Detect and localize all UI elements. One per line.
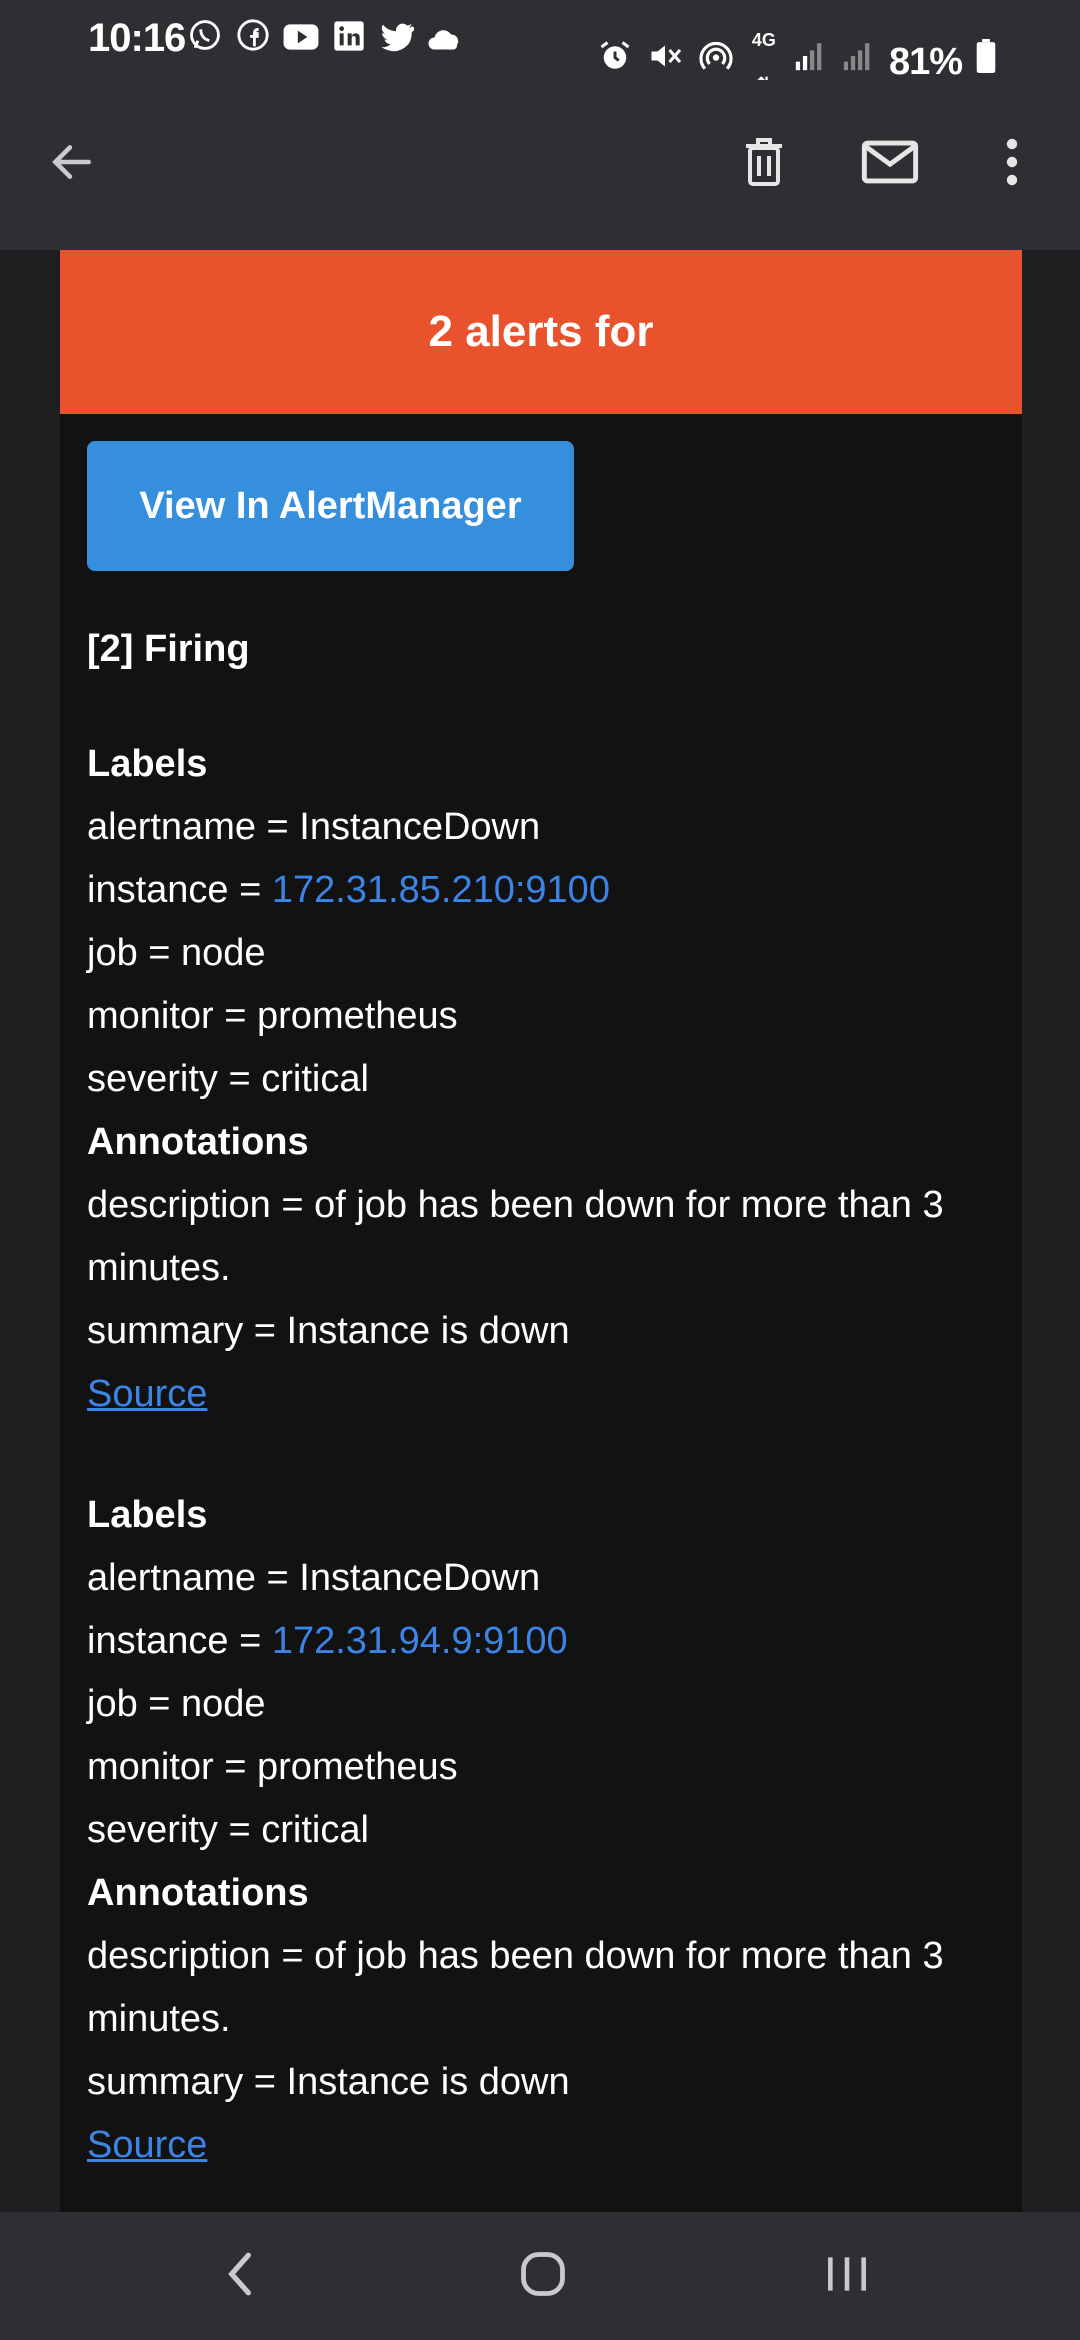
network-type-label: 4G (751, 30, 776, 50)
labels-heading: Labels (87, 743, 208, 785)
firing-count: [2] Firing (87, 628, 250, 670)
more-options-button[interactable] (972, 124, 1052, 204)
whatsapp-icon (186, 18, 224, 63)
chevron-left-icon (220, 2249, 260, 2304)
alertname-row: alertname = InstanceDown (87, 1547, 995, 1610)
annotations-heading: Annotations (87, 1121, 309, 1163)
battery-icon (976, 38, 996, 86)
linkedin-icon (330, 19, 368, 63)
mark-unread-button[interactable] (850, 124, 930, 204)
banner-title: 2 alerts for (428, 307, 654, 356)
instance-key: instance = (87, 869, 272, 911)
job-row: job = node (87, 932, 266, 974)
signal-icon-1 (793, 39, 827, 86)
home-icon (517, 2248, 569, 2305)
youtube-icon (282, 19, 320, 63)
system-nav-bar (0, 2212, 1080, 2340)
battery-percentage: 81% (888, 41, 963, 83)
nav-back-button[interactable] (190, 2236, 290, 2316)
instance-link[interactable]: 172.31.94.9:9100 (272, 1620, 568, 1662)
alertname-key: alertname = (87, 806, 300, 848)
notification-icons (186, 18, 464, 63)
alert-banner: 2 alerts for (60, 250, 1022, 414)
labels-heading: Labels (87, 1494, 208, 1536)
summary-row: summary = Instance is down (87, 2061, 570, 2103)
instance-row: instance = 172.31.94.9:9100 (87, 1610, 995, 1673)
instance-row: instance = 172.31.85.210:9100 (87, 859, 995, 922)
summary-row: summary = Instance is down (87, 1310, 570, 1352)
status-time: 10:16 (88, 16, 186, 60)
monitor-row: monitor = prometheus (87, 995, 458, 1037)
delete-button[interactable] (724, 124, 804, 204)
instance-key: instance = (87, 1620, 272, 1662)
source-link[interactable]: Source (87, 2124, 207, 2166)
twitter-icon (378, 19, 416, 63)
trash-icon (740, 135, 788, 194)
mail-icon (861, 139, 919, 190)
alert-item: Labels alertname = InstanceDown instance… (87, 1484, 995, 2177)
instance-link[interactable]: 172.31.85.210:9100 (272, 869, 610, 911)
alertname-value: InstanceDown (299, 1557, 541, 1599)
recents-icon (822, 2249, 872, 2304)
more-vert-icon (1004, 138, 1020, 191)
status-bar: 10:16 4G⇅ (0, 0, 1080, 94)
app-bar (0, 80, 1080, 250)
source-link[interactable]: Source (87, 1373, 207, 1415)
email-body: 2 alerts for View In AlertManager [2] Fi… (60, 250, 1022, 2212)
alertname-key: alertname = (87, 1557, 300, 1599)
cloud-icon (426, 19, 464, 63)
alert-item: Labels alertname = InstanceDown instance… (87, 733, 995, 1426)
description-row: description = of job has been down for m… (87, 1184, 944, 1289)
monitor-row: monitor = prometheus (87, 1746, 458, 1788)
description-row: description = of job has been down for m… (87, 1935, 944, 2040)
alertname-value: InstanceDown (299, 806, 541, 848)
signal-icon-2 (841, 39, 875, 86)
facebook-icon (234, 18, 272, 63)
severity-row: severity = critical (87, 1058, 369, 1100)
view-in-alertmanager-button[interactable]: View In AlertManager (87, 441, 574, 571)
job-row: job = node (87, 1683, 266, 1725)
nav-home-button[interactable] (493, 2236, 593, 2316)
annotations-heading: Annotations (87, 1872, 309, 1914)
severity-row: severity = critical (87, 1809, 369, 1851)
back-button[interactable] (32, 124, 112, 204)
arrow-left-icon (47, 137, 97, 192)
nav-recents-button[interactable] (797, 2236, 897, 2316)
alertname-row: alertname = InstanceDown (87, 796, 995, 859)
